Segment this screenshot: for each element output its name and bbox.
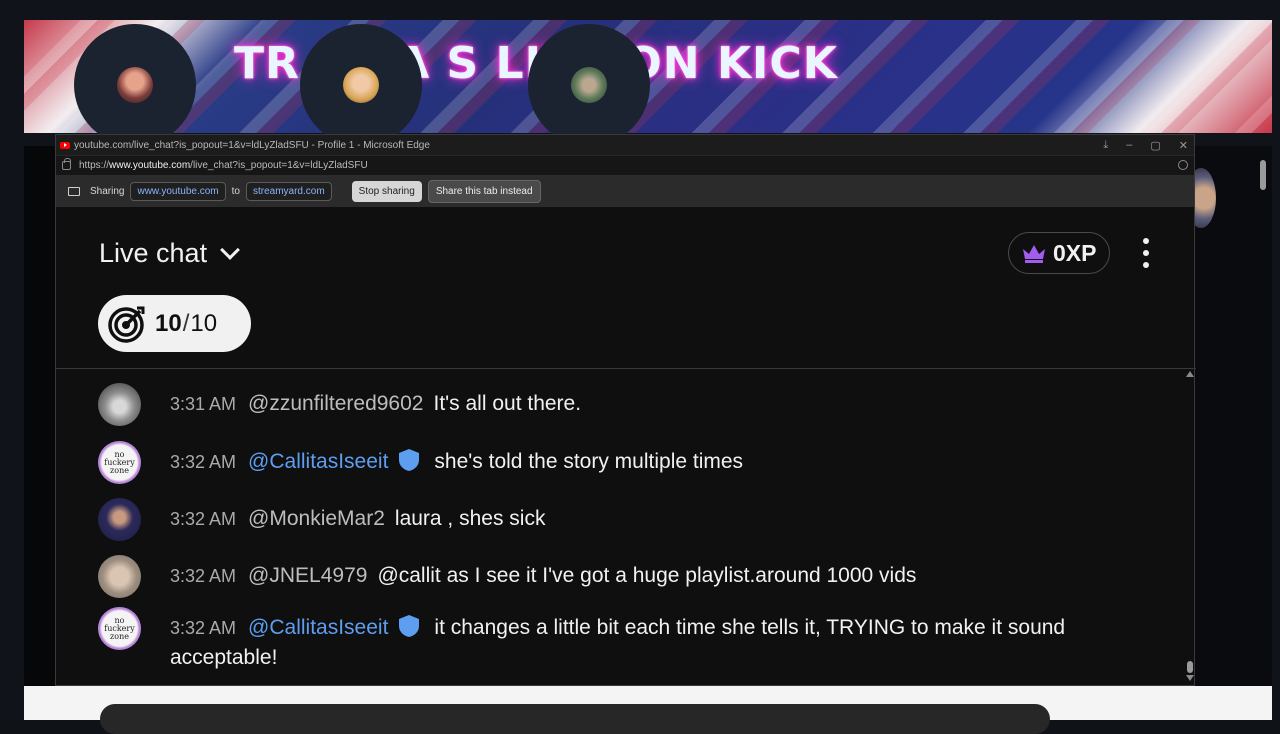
guest-avatar-1 xyxy=(74,24,196,146)
chat-message[interactable]: no fuckery zone 3:32 AM @CallitasIseeit sh… xyxy=(98,441,1178,484)
author-name[interactable]: @MonkieMar2 xyxy=(248,507,385,530)
chat-scrollbar-thumb[interactable] xyxy=(1187,661,1193,673)
chat-message[interactable]: 3:32 AM @MonkieMar2 laura , shes sick xyxy=(98,498,1178,541)
chat-input-field[interactable] xyxy=(100,704,1050,734)
chat-goal-badge[interactable]: 10/10 xyxy=(98,295,251,352)
author-avatar[interactable]: no fuckery zone xyxy=(98,441,141,484)
chat-message[interactable]: 3:32 AM @JNEL4979 @callit as I see it I've… xyxy=(98,555,1178,598)
message-time: 3:32 AM xyxy=(170,566,237,586)
verified-shield-icon xyxy=(399,449,420,471)
sharing-to-label: to xyxy=(231,185,240,197)
lock-icon[interactable] xyxy=(62,158,71,170)
verified-shield-icon xyxy=(399,615,420,637)
stop-sharing-button[interactable]: Stop sharing xyxy=(351,180,422,202)
stream-right-panel xyxy=(1195,146,1272,686)
crown-icon xyxy=(1023,245,1045,263)
message-text: @callit as I see it I've got a huge play… xyxy=(377,564,917,587)
guest-avatar-2 xyxy=(300,24,422,146)
chat-title: Live chat xyxy=(99,238,208,268)
address-bar[interactable]: https://www.youtube.com/live_chat?is_pop… xyxy=(56,155,1194,175)
sharing-target[interactable]: streamyard.com xyxy=(245,181,332,201)
sharing-label: Sharing xyxy=(90,185,125,197)
sharing-source[interactable]: www.youtube.com xyxy=(130,181,226,201)
window-title: youtube.com/live_chat?is_popout=1&v=ldLy… xyxy=(74,139,430,151)
url-prefix: https:// xyxy=(79,160,110,171)
screen-share-icon xyxy=(68,186,80,196)
minimize-icon[interactable]: – xyxy=(1126,139,1132,151)
xp-value: 0XP xyxy=(1053,239,1097,266)
guest-face-2 xyxy=(343,67,379,103)
guest-face-1 xyxy=(117,67,153,103)
youtube-favicon-icon xyxy=(60,141,70,149)
message-time: 3:32 AM xyxy=(170,509,237,529)
chat-popup-window: youtube.com/live_chat?is_popout=1&v=ldLy… xyxy=(55,134,1196,686)
message-text: she's told the story multiple times xyxy=(434,450,744,473)
download-icon[interactable]: ⤓ xyxy=(1103,139,1108,152)
close-icon[interactable]: ✕ xyxy=(1179,139,1188,152)
chat-mode-dropdown[interactable]: Live chat xyxy=(99,238,240,269)
target-icon xyxy=(108,306,145,343)
goal-separator: / xyxy=(182,309,190,337)
chat-message-list: 3:31 AM @zzunfiltered9602 It's all out the… xyxy=(56,369,1196,685)
author-avatar[interactable]: no fuckery zone xyxy=(98,607,141,650)
chevron-down-icon xyxy=(220,239,240,260)
goal-total: 10 xyxy=(190,309,218,337)
message-time: 3:32 AM xyxy=(170,618,237,638)
xp-button[interactable]: 0XP xyxy=(1008,232,1110,274)
avatar-badge-text: no fuckery zone xyxy=(104,449,135,475)
tab-sharing-bar: Sharing www.youtube.com to streamyard.co… xyxy=(56,175,1194,207)
chat-message[interactable]: no fuckery zone 3:32 AM @CallitasIseeit it… xyxy=(98,607,1178,672)
message-text: It's all out there. xyxy=(433,392,582,415)
maximize-icon[interactable]: ▢ xyxy=(1150,139,1160,152)
guest-avatar-3 xyxy=(528,24,650,146)
page-scrollbar[interactable] xyxy=(1260,160,1266,190)
message-time: 3:32 AM xyxy=(170,452,237,472)
author-avatar[interactable] xyxy=(98,498,141,541)
stream-left-panel xyxy=(24,146,55,686)
message-text: laura , shes sick xyxy=(394,507,546,530)
guest-face-3 xyxy=(571,67,607,103)
chat-header: Live chat 0XP 10/10 xyxy=(56,208,1196,368)
more-options-icon[interactable] xyxy=(1142,238,1150,268)
window-titlebar: youtube.com/live_chat?is_popout=1&v=ldLy… xyxy=(56,135,1194,155)
author-name[interactable]: @CallitasIseeit xyxy=(248,450,388,473)
author-name[interactable]: @zzunfiltered9602 xyxy=(248,392,423,415)
share-this-tab-button[interactable]: Share this tab instead xyxy=(427,179,541,203)
author-avatar[interactable] xyxy=(98,555,141,598)
author-name[interactable]: @JNEL4979 xyxy=(248,564,367,587)
zoom-icon[interactable] xyxy=(1178,160,1188,170)
avatar-badge-text: no fuckery zone xyxy=(104,615,135,641)
url-path: /live_chat?is_popout=1&v=ldLyZladSFU xyxy=(190,160,368,171)
window-controls: ⤓ – ▢ ✕ xyxy=(1103,135,1188,155)
chat-message[interactable]: 3:31 AM @zzunfiltered9602 It's all out the… xyxy=(98,383,1178,426)
author-avatar[interactable] xyxy=(98,383,141,426)
goal-current: 10 xyxy=(155,309,182,337)
scroll-down-arrow[interactable] xyxy=(1186,675,1194,681)
url-host: www.youtube.com xyxy=(109,160,191,171)
scroll-up-arrow[interactable] xyxy=(1186,371,1194,377)
message-time: 3:31 AM xyxy=(170,394,237,414)
author-name[interactable]: @CallitasIseeit xyxy=(248,616,388,639)
